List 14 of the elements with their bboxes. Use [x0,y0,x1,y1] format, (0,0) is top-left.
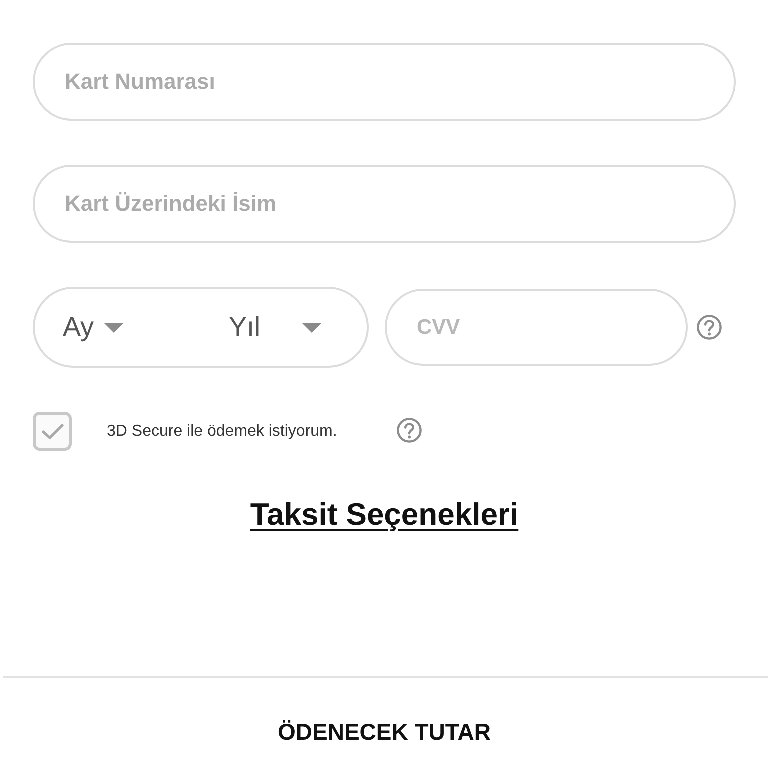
cvv-field[interactable]: CVV [385,289,688,366]
card-number-field[interactable]: Kart Numarası [33,43,736,121]
caret-icon [104,322,124,332]
cardholder-name-field[interactable]: Kart Üzerindeki İsim [33,165,736,243]
caret-icon [302,322,322,332]
check-icon [42,424,64,440]
total-amount-heading: ÖDENECEK TUTAR [278,718,491,746]
year-select[interactable]: Yıl [229,308,322,348]
month-select[interactable]: Ay [63,308,229,348]
installment-options-link[interactable]: Taksit Seçenekleri [250,495,519,535]
help-icon[interactable] [697,315,722,340]
help-icon[interactable] [397,418,422,443]
checkbox[interactable] [33,412,72,451]
checkbox-label: 3D Secure ile ödemek istiyorum. [107,422,338,440]
